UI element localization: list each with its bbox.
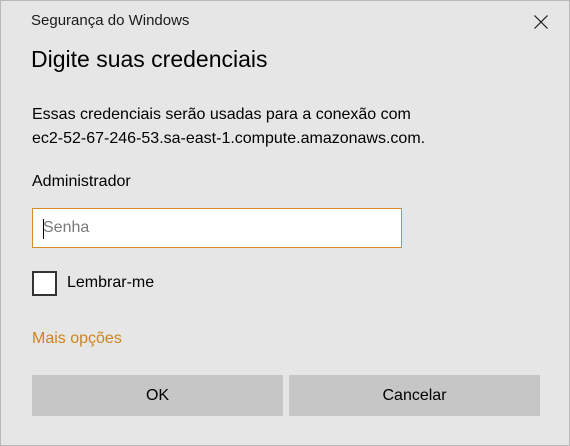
password-input[interactable] — [33, 209, 401, 247]
description-line-1: Essas credenciais serão usadas para a co… — [32, 106, 411, 123]
close-button[interactable] — [523, 7, 559, 37]
ok-button[interactable]: OK — [32, 375, 283, 416]
credentials-dialog: Segurança do Windows Digite suas credenc… — [0, 0, 570, 446]
close-icon — [534, 15, 548, 29]
title-bar: Segurança do Windows — [1, 1, 569, 43]
remember-me-option[interactable]: Lembrar-me — [32, 270, 154, 296]
more-options-link[interactable]: Mais opções — [32, 330, 122, 348]
text-caret — [43, 219, 44, 239]
dialog-heading: Digite suas credenciais — [31, 46, 268, 72]
connection-description: Essas credenciais serão usadas para a co… — [32, 103, 532, 151]
description-line-2: ec2-52-67-246-53.sa-east-1.compute.amazo… — [32, 130, 426, 147]
remember-me-checkbox[interactable] — [32, 270, 57, 296]
window-title: Segurança do Windows — [31, 12, 190, 29]
username-label: Administrador — [32, 173, 131, 190]
cancel-button[interactable]: Cancelar — [289, 375, 540, 416]
remember-me-label[interactable]: Lembrar-me — [67, 274, 154, 292]
password-field[interactable] — [32, 208, 402, 248]
